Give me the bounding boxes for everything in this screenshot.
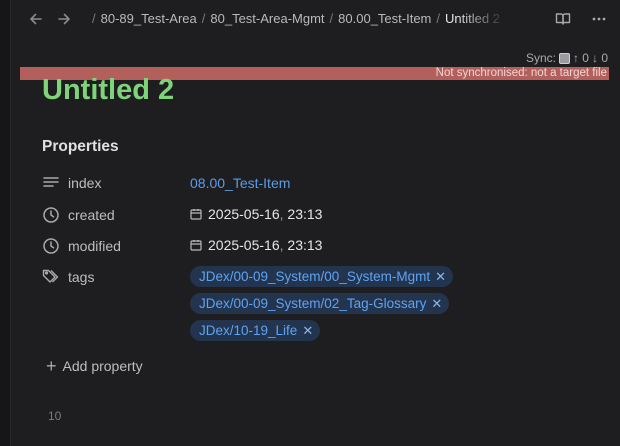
- back-button[interactable]: [26, 9, 46, 29]
- more-options-button[interactable]: [589, 9, 609, 29]
- note-title[interactable]: Untitled 2: [42, 72, 174, 108]
- sync-square-icon: [558, 52, 570, 64]
- sync-status: Sync: ↑ 0 ↓ 0: [526, 51, 608, 65]
- sync-down-count: ↓ 0: [591, 51, 608, 65]
- clock-icon[interactable]: [42, 237, 60, 255]
- reading-mode-button[interactable]: [553, 9, 573, 29]
- property-row-index: index 08.00_Test-Item: [42, 173, 602, 195]
- more-options-icon: [592, 17, 606, 21]
- time-value: 23:13: [287, 237, 323, 253]
- property-key[interactable]: tags: [68, 269, 94, 285]
- arrow-left-icon: [30, 13, 42, 25]
- date-value: 2025-05-16: [208, 206, 280, 222]
- calendar-icon: [190, 240, 202, 251]
- time-value: 23:13: [287, 206, 323, 222]
- left-sidebar-edge: [0, 0, 11, 446]
- tag-pill[interactable]: JDex/10-19_Life ✕: [190, 320, 321, 341]
- breadcrumb: /80-89_Test-Area/80_Test-Area-Mgmt/80.00…: [92, 11, 500, 26]
- line-number: 10: [48, 409, 62, 423]
- property-key[interactable]: index: [68, 175, 101, 191]
- view-header: /80-89_Test-Area/80_Test-Area-Mgmt/80.00…: [11, 0, 620, 38]
- forward-button[interactable]: [54, 9, 74, 29]
- property-key[interactable]: created: [68, 207, 115, 223]
- property-value-link[interactable]: 08.00_Test-Item: [190, 175, 290, 191]
- arrow-right-icon: [58, 13, 70, 25]
- tag-label[interactable]: JDex/00-09_System/02_Tag-Glossary: [199, 296, 426, 311]
- editor-pane: /80-89_Test-Area/80_Test-Area-Mgmt/80.00…: [11, 0, 620, 446]
- date-value: 2025-05-16: [208, 237, 280, 253]
- plus-icon: +: [46, 356, 57, 376]
- property-row-created: created 2025-05-16, 23:13: [42, 205, 602, 227]
- clock-icon[interactable]: [42, 206, 60, 224]
- remove-tag-icon[interactable]: ✕: [435, 269, 446, 285]
- sync-up-count: ↑ 0: [572, 51, 589, 65]
- calendar-icon: [190, 209, 202, 220]
- breadcrumb-item[interactable]: 80.00_Test-Item: [338, 11, 431, 26]
- book-open-icon: [555, 13, 571, 25]
- sync-label: Sync:: [525, 51, 556, 65]
- add-property-label: Add property: [62, 358, 143, 374]
- breadcrumb-current[interactable]: Untitled 2: [445, 11, 500, 26]
- remove-tag-icon[interactable]: ✕: [431, 296, 442, 312]
- breadcrumb-item[interactable]: 80-89_Test-Area: [101, 11, 197, 26]
- tag-pill[interactable]: JDex/00-09_System/00_System-Mgmt ✕: [190, 266, 453, 287]
- tag-label[interactable]: JDex/10-19_Life: [199, 323, 297, 338]
- sync-warning-text: Not synchronised: not a target file: [435, 67, 607, 79]
- tag-pill[interactable]: JDex/00-09_System/02_Tag-Glossary ✕: [190, 293, 450, 314]
- property-row-modified: modified 2025-05-16, 23:13: [42, 236, 602, 258]
- property-key[interactable]: modified: [68, 238, 121, 254]
- tag-label[interactable]: JDex/00-09_System/00_System-Mgmt: [199, 269, 430, 284]
- tags-icon[interactable]: [42, 268, 60, 286]
- text-lines-icon[interactable]: [42, 174, 60, 192]
- add-property-button[interactable]: + Add property: [46, 356, 143, 376]
- property-value-datetime[interactable]: 2025-05-16, 23:13: [190, 237, 322, 253]
- breadcrumb-item[interactable]: 80_Test-Area-Mgmt: [210, 11, 324, 26]
- properties-heading[interactable]: Properties: [42, 138, 119, 156]
- remove-tag-icon[interactable]: ✕: [302, 323, 313, 339]
- property-value-datetime[interactable]: 2025-05-16, 23:13: [190, 206, 322, 222]
